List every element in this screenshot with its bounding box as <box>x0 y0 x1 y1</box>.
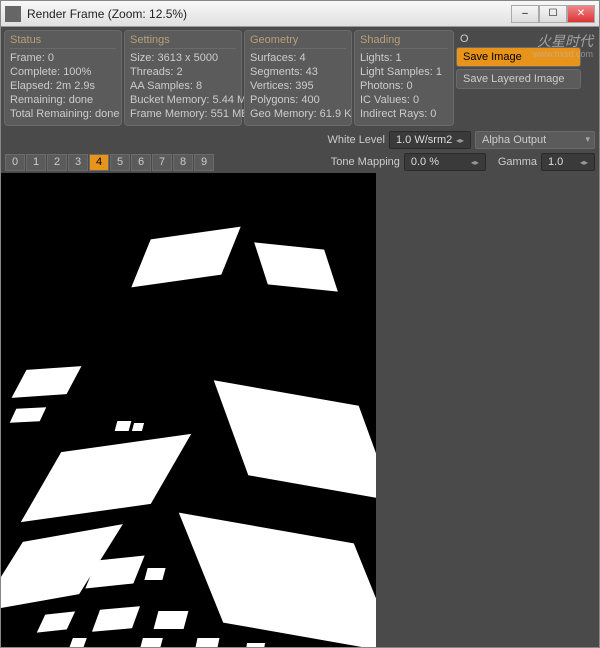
tab-5[interactable]: 5 <box>110 154 130 171</box>
shading-line: Photons: 0 <box>360 79 448 93</box>
tone-mapping-label: Tone Mapping <box>331 156 400 168</box>
geometry-line: Surfaces: 4 <box>250 51 346 65</box>
status-line: Frame: 0 <box>10 51 116 65</box>
render-output[interactable] <box>1 173 376 647</box>
status-title: Status <box>10 33 116 49</box>
tab-7[interactable]: 7 <box>152 154 172 171</box>
status-line: Total Remaining: done <box>10 107 116 121</box>
tab-3[interactable]: 3 <box>68 154 88 171</box>
maximize-button[interactable]: ☐ <box>539 5 567 23</box>
actions-column: O Save Image Save Layered Image <box>456 30 581 126</box>
save-image-button[interactable]: Save Image <box>456 47 581 67</box>
geometry-line: Geo Memory: 61.9 K <box>250 107 346 121</box>
settings-line: AA Samples: 8 <box>130 79 236 93</box>
shading-line: Indirect Rays: 0 <box>360 107 448 121</box>
window-title: Render Frame (Zoom: 12.5%) <box>27 7 511 21</box>
render-frame-window: Render Frame (Zoom: 12.5%) – ☐ ✕ 火星时代 ww… <box>0 0 600 648</box>
tab-0[interactable]: 0 <box>5 154 25 171</box>
geometry-panel: Geometry Surfaces: 4 Segments: 43 Vertic… <box>244 30 352 126</box>
white-level-input[interactable]: 1.0 W/srm2◂▸ <box>389 131 471 149</box>
titlebar: Render Frame (Zoom: 12.5%) – ☐ ✕ <box>1 1 599 27</box>
tab-4[interactable]: 4 <box>89 154 109 171</box>
frame-tabs: 0 1 2 3 4 5 6 7 8 9 <box>5 154 214 171</box>
controls-row-1: White Level 1.0 W/srm2◂▸ Alpha Output <box>1 129 599 151</box>
status-line: Elapsed: 2m 2.9s <box>10 79 116 93</box>
info-panels-row: Status Frame: 0 Complete: 100% Elapsed: … <box>1 27 599 129</box>
controls-row-2: 0 1 2 3 4 5 6 7 8 9 Tone Mapping 0.0 %◂▸… <box>1 151 599 173</box>
alpha-output-dropdown[interactable]: Alpha Output <box>475 131 595 149</box>
viewport-sidebar <box>376 173 599 647</box>
shading-line: IC Values: 0 <box>360 93 448 107</box>
geometry-title: Geometry <box>250 33 346 49</box>
shading-line: Lights: 1 <box>360 51 448 65</box>
settings-title: Settings <box>130 33 236 49</box>
gamma-label: Gamma <box>498 156 537 168</box>
content-area: 火星时代 www.hxsd.com Status Frame: 0 Comple… <box>1 27 599 647</box>
tab-9[interactable]: 9 <box>194 154 214 171</box>
settings-line: Threads: 2 <box>130 65 236 79</box>
settings-line: Frame Memory: 551 MB <box>130 107 236 121</box>
settings-panel: Settings Size: 3613 x 5000 Threads: 2 AA… <box>124 30 242 126</box>
white-level-label: White Level <box>328 134 385 146</box>
close-button[interactable]: ✕ <box>567 5 595 23</box>
geometry-line: Segments: 43 <box>250 65 346 79</box>
shading-line: Light Samples: 1 <box>360 65 448 79</box>
tab-6[interactable]: 6 <box>131 154 151 171</box>
status-panel: Status Frame: 0 Complete: 100% Elapsed: … <box>4 30 122 126</box>
viewport <box>1 173 599 647</box>
shading-panel: Shading Lights: 1 Light Samples: 1 Photo… <box>354 30 454 126</box>
tone-mapping-input[interactable]: 0.0 %◂▸ <box>404 153 486 171</box>
o-label: O <box>456 32 581 45</box>
tab-1[interactable]: 1 <box>26 154 46 171</box>
settings-line: Size: 3613 x 5000 <box>130 51 236 65</box>
status-line: Remaining: done <box>10 93 116 107</box>
geometry-line: Vertices: 395 <box>250 79 346 93</box>
minimize-button[interactable]: – <box>511 5 539 23</box>
tab-8[interactable]: 8 <box>173 154 193 171</box>
app-icon <box>5 6 21 22</box>
gamma-input[interactable]: 1.0◂▸ <box>541 153 595 171</box>
tab-2[interactable]: 2 <box>47 154 67 171</box>
shading-title: Shading <box>360 33 448 49</box>
save-layered-image-button[interactable]: Save Layered Image <box>456 69 581 89</box>
geometry-line: Polygons: 400 <box>250 93 346 107</box>
settings-line: Bucket Memory: 5.44 MB <box>130 93 236 107</box>
status-line: Complete: 100% <box>10 65 116 79</box>
